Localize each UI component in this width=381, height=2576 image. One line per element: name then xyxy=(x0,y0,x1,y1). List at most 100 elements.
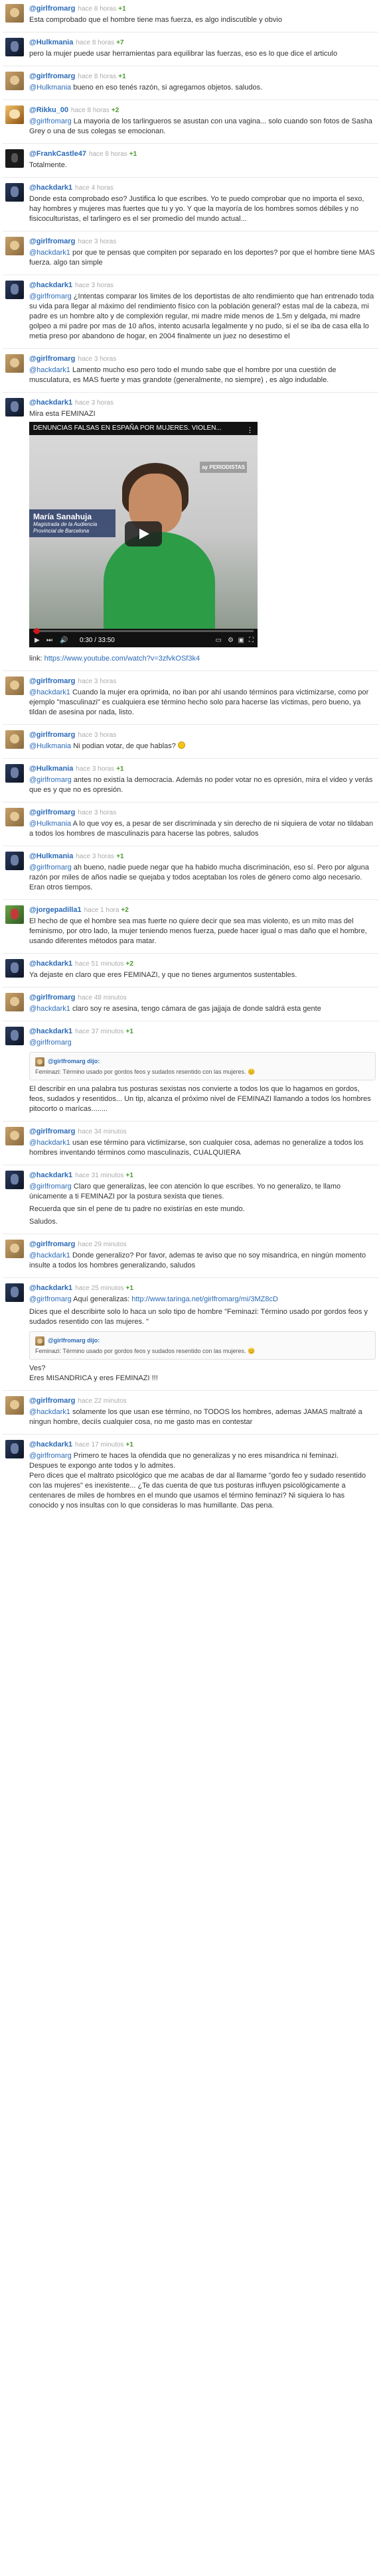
comment-author[interactable]: @hackdark1 xyxy=(29,960,72,968)
user-mention-link[interactable]: @hackdark1 xyxy=(29,1139,70,1147)
comment-author[interactable]: @Hulkmania xyxy=(29,765,73,773)
comment-author[interactable]: @hackdark1 xyxy=(29,1171,72,1179)
share-icon[interactable]: ⋮ xyxy=(246,424,254,435)
gear-icon[interactable]: ⚙ xyxy=(228,635,234,645)
user-avatar[interactable] xyxy=(5,730,24,749)
user-avatar[interactable] xyxy=(5,38,24,56)
user-avatar[interactable] xyxy=(5,398,24,417)
user-mention-link[interactable]: @hackdark1 xyxy=(29,1252,70,1259)
user-avatar[interactable] xyxy=(5,237,24,255)
comment-paragraph: Donde esta comprobado eso? Justifica lo … xyxy=(29,194,376,224)
user-avatar[interactable] xyxy=(5,1240,24,1258)
quoted-author[interactable]: @girlfromarg dijo: xyxy=(48,1057,100,1066)
comment-author[interactable]: @girlfromarg xyxy=(29,994,75,1001)
comment-text-span: Donde esta comprobado eso? Justifica lo … xyxy=(29,195,364,223)
user-avatar[interactable] xyxy=(5,852,24,870)
user-avatar[interactable] xyxy=(5,959,24,978)
comment-body: @hackdark1 hace 51 minutos +2 Ya dejaste en… xyxy=(29,959,376,980)
user-avatar[interactable] xyxy=(5,72,24,90)
user-avatar[interactable] xyxy=(5,1396,24,1415)
play-button-icon[interactable] xyxy=(125,521,162,547)
user-mention-link[interactable]: @girlfromarg xyxy=(29,1183,72,1191)
comment-author[interactable]: @hackdark1 xyxy=(29,281,72,289)
youtube-logo-icon[interactable]: ▣ xyxy=(238,635,244,645)
comment-author[interactable]: @girlfromarg xyxy=(29,1127,75,1135)
user-avatar[interactable] xyxy=(5,1440,24,1458)
external-link[interactable]: https://www.youtube.com/watch?v=3zfvkOSf… xyxy=(44,655,200,663)
user-mention-link[interactable]: @hackdark1 xyxy=(29,1408,70,1416)
comment-text-span: Esta comprobado que el hombre tiene mas … xyxy=(29,16,282,24)
user-avatar[interactable] xyxy=(5,149,24,168)
comment-author[interactable]: @hackdark1 xyxy=(29,1284,72,1292)
comment-body: @Rikku_00 hace 8 horas +2 @girlfromarg La m… xyxy=(29,105,376,137)
comment-author[interactable]: @hackdark1 xyxy=(29,1027,72,1035)
video-scrubber-handle[interactable] xyxy=(33,628,40,634)
comment-text-span: Totalmente. xyxy=(29,161,67,169)
user-avatar[interactable] xyxy=(5,354,24,373)
comment-author[interactable]: @Hulkmania xyxy=(29,38,73,46)
user-mention-link[interactable]: @hackdark1 xyxy=(29,1005,70,1013)
user-avatar[interactable] xyxy=(5,183,24,202)
user-avatar[interactable] xyxy=(5,808,24,826)
fullscreen-icon[interactable]: ⛶ xyxy=(249,635,254,645)
comment-author[interactable]: @hackdark1 xyxy=(29,399,72,407)
comment-author[interactable]: @girlfromarg xyxy=(29,808,75,816)
user-avatar[interactable] xyxy=(5,281,24,299)
comment-text-span: Claro que generalizas, lee con atención … xyxy=(29,1183,341,1200)
external-link[interactable]: http://www.taringa.net/girlfromarg/mi/3M… xyxy=(131,1295,278,1303)
comment-author[interactable]: @jorgepadilla1 xyxy=(29,906,82,914)
user-avatar[interactable] xyxy=(5,1171,24,1189)
next-icon[interactable]: ⏭ xyxy=(46,635,52,645)
comment-author[interactable]: @hackdark1 xyxy=(29,1441,72,1449)
user-mention-link[interactable]: @hackdark1 xyxy=(29,688,70,696)
comment-text-span: La mayoria de los tarlingueros se asusta… xyxy=(29,117,372,135)
user-mention-link[interactable]: @Hulkmania xyxy=(29,84,71,92)
comment-author[interactable]: @girlfromarg xyxy=(29,355,75,363)
user-mention-link[interactable]: @Hulkmania xyxy=(29,742,71,750)
user-avatar[interactable] xyxy=(5,1027,24,1045)
user-mention-link[interactable]: @Hulkmania xyxy=(29,820,71,828)
comment-author[interactable]: @Rikku_00 xyxy=(29,106,68,114)
user-mention-link[interactable]: @girlfromarg xyxy=(29,292,72,300)
comment-author[interactable]: @girlfromarg xyxy=(29,237,75,245)
user-mention-link[interactable]: @girlfromarg xyxy=(29,1295,72,1303)
user-mention-link[interactable]: @girlfromarg xyxy=(29,1039,72,1047)
comment-author[interactable]: @FrankCastle47 xyxy=(29,150,86,158)
comment-time: hace 37 minutos xyxy=(75,1028,124,1035)
comment-author[interactable]: @Hulkmania xyxy=(29,852,73,860)
comment-item: @Hulkmania hace 3 horas +1 @girlfromarg ah … xyxy=(3,846,378,899)
user-mention-link[interactable]: @girlfromarg xyxy=(29,117,72,125)
quoted-author[interactable]: @girlfromarg dijo: xyxy=(48,1336,100,1346)
video-progress-bar[interactable] xyxy=(33,628,254,634)
comment-author[interactable]: @hackdark1 xyxy=(29,184,72,192)
user-mention-link[interactable]: @hackdark1 xyxy=(29,249,70,257)
comment-author[interactable]: @girlfromarg xyxy=(29,731,75,739)
comment-author[interactable]: @girlfromarg xyxy=(29,1240,75,1248)
user-avatar[interactable] xyxy=(5,764,24,783)
user-avatar[interactable] xyxy=(5,1127,24,1145)
user-avatar[interactable] xyxy=(5,4,24,23)
captions-icon[interactable]: ▭ xyxy=(216,635,222,645)
user-mention-link[interactable]: @girlfromarg xyxy=(29,864,72,871)
comment-text-span: El hecho de que el hombre sea mas fuerte… xyxy=(29,917,367,945)
comment-body: @girlfromarg hace 3 horas @hackdark1 por q… xyxy=(29,237,376,268)
comment-author[interactable]: @girlfromarg xyxy=(29,1397,75,1405)
user-mention-link[interactable]: @hackdark1 xyxy=(29,366,70,374)
youtube-video-player[interactable]: DENUNCIAS FALSAS EN ESPAÑA POR MUJERES. … xyxy=(29,422,258,647)
comment-author[interactable]: @girlfromarg xyxy=(29,5,75,13)
comment-author[interactable]: @girlfromarg xyxy=(29,72,75,80)
user-avatar[interactable] xyxy=(5,105,24,124)
play-icon[interactable]: ▶ xyxy=(35,635,40,645)
comment-paragraph: @hackdark1 claro soy re asesina, tengo c… xyxy=(29,1004,376,1014)
user-avatar[interactable] xyxy=(5,1283,24,1302)
user-mention-link[interactable]: @girlfromarg xyxy=(29,1452,72,1460)
comment-author[interactable]: @girlfromarg xyxy=(29,677,75,685)
user-mention-link[interactable]: @girlfromarg xyxy=(29,776,72,784)
user-avatar[interactable] xyxy=(5,993,24,1011)
comment-paragraph: @Hulkmania bueno en eso tenés razón, si … xyxy=(29,83,376,93)
volume-icon[interactable]: 🔊 xyxy=(60,635,68,645)
user-avatar[interactable] xyxy=(5,905,24,924)
video-title[interactable]: DENUNCIAS FALSAS EN ESPAÑA POR MUJERES. … xyxy=(33,424,222,432)
comment-paragraph: @girlfromarg Primero te haces la ofendid… xyxy=(29,1451,376,1511)
user-avatar[interactable] xyxy=(5,676,24,695)
